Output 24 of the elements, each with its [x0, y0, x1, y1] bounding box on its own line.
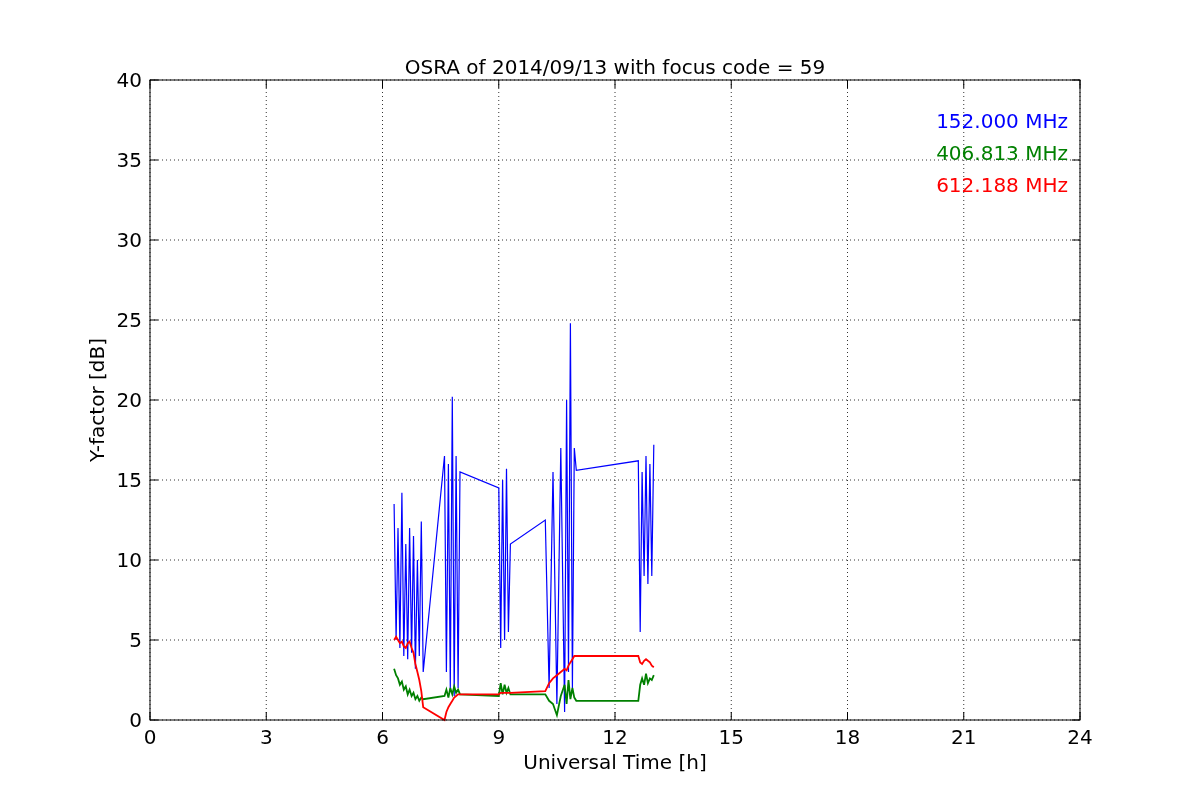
y-tick-label: 15 — [116, 468, 142, 492]
y-tick-label: 30 — [116, 228, 142, 252]
y-axis-label: Y-factor [dB] — [85, 338, 109, 462]
x-tick-label: 21 — [951, 725, 977, 749]
y-tick-label: 0 — [129, 708, 142, 732]
legend-label: 152.000 MHz — [936, 109, 1068, 133]
x-tick-label: 9 — [492, 725, 506, 749]
x-tick-label: 0 — [143, 725, 157, 749]
x-tick-label: 3 — [259, 725, 273, 749]
y-tick-label: 40 — [116, 68, 142, 92]
y-tick-label: 35 — [116, 148, 142, 172]
x-tick-label: 15 — [718, 725, 744, 749]
y-tick-label: 10 — [116, 548, 142, 572]
x-axis-label: Universal Time [h] — [523, 750, 707, 774]
x-tick-label: 24 — [1067, 725, 1093, 749]
y-tick-label: 20 — [116, 388, 142, 412]
x-tick-label: 6 — [376, 725, 389, 749]
x-tick-label: 12 — [602, 725, 628, 749]
y-tick-label: 25 — [116, 308, 142, 332]
x-tick-label: 18 — [834, 725, 861, 749]
chart-title: OSRA of 2014/09/13 with focus code = 59 — [404, 55, 826, 79]
legend-label: 612.188 MHz — [936, 173, 1068, 197]
y-tick-label: 5 — [129, 628, 142, 652]
legend-label: 406.813 MHz — [936, 141, 1068, 165]
